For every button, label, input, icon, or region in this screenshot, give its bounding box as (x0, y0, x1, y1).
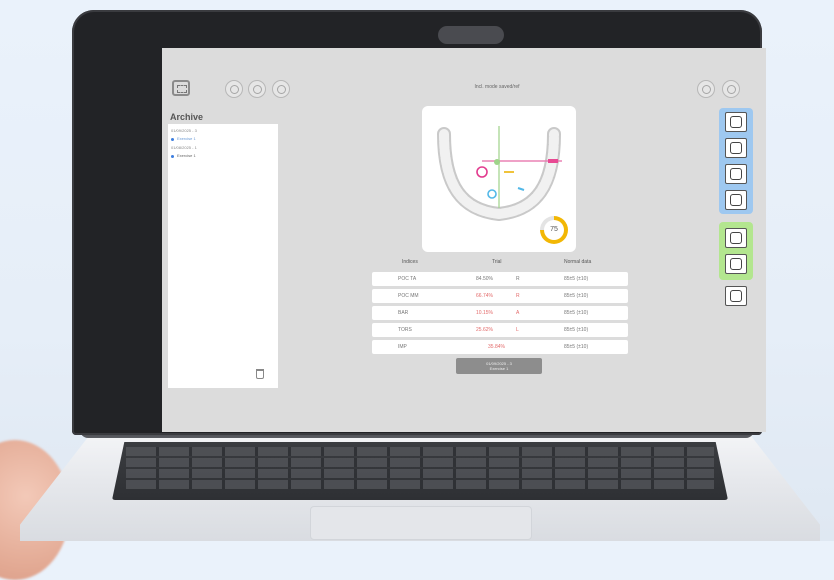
marker-blue-icon (517, 187, 525, 191)
edit-check-icon[interactable] (725, 254, 747, 274)
keyboard-row (126, 458, 714, 467)
row-index: IMP (398, 344, 407, 350)
archive-label: Archive (170, 112, 204, 122)
target-pink-icon (476, 166, 488, 178)
row-side: R (516, 293, 520, 299)
row-value: 66.74% (476, 293, 493, 299)
col-header-trial: Trial (492, 259, 502, 265)
table-row: POC TA 84.50% R 85±5 (±10) (372, 272, 628, 286)
app-screen: Incl. mode saved/ref Archive 01/09/2025 … (162, 48, 766, 432)
view-upper-icon[interactable] (725, 112, 747, 132)
side-group-blue (719, 108, 753, 214)
session-button[interactable]: 01/09/2025 - 3 Exercise 1 (456, 358, 542, 374)
session-button-line2: Exercise 1 (489, 366, 509, 371)
table-row: BAR 10.15% A 85±5 (±10) (372, 306, 628, 320)
refresh-icon[interactable] (248, 80, 266, 98)
row-value: 10.15% (476, 310, 493, 316)
keyboard-row (126, 447, 714, 456)
table-row: POC MM 66.74% R 85±5 (±10) (372, 289, 628, 303)
row-side: L (516, 327, 519, 333)
help-icon[interactable] (697, 80, 715, 98)
session-button-line1: 01/09/2025 - 3 (486, 361, 512, 366)
dental-arch-card: 75 (422, 106, 576, 252)
row-normal: 85±5 (±10) (564, 310, 589, 316)
row-normal: 85±5 (±10) (564, 327, 589, 333)
page-title: Incl. mode saved/ref (474, 84, 520, 90)
row-index: POC TA (398, 276, 417, 282)
keyboard-row (126, 480, 714, 489)
row-normal: 85±5 (±10) (564, 276, 589, 282)
row-side: R (516, 276, 520, 282)
row-index: BAR (398, 310, 409, 316)
archive-item[interactable]: Exercise 1 (177, 136, 196, 141)
archive-item[interactable]: Exercise 1 (177, 153, 196, 158)
row-side: A (516, 310, 520, 316)
fit-screen-icon[interactable] (172, 80, 190, 96)
row-value: 35.84% (488, 344, 505, 350)
col-header-normal: Normal data (564, 259, 592, 265)
row-index: TORS (398, 327, 412, 333)
archive-group[interactable]: 01/08/2025 - 1 (171, 145, 197, 150)
table-row: IMP 35.84% 85±5 (±10) (372, 340, 628, 354)
archive-dot-icon (171, 155, 174, 158)
row-value: 84.50% (476, 276, 493, 282)
info-icon[interactable] (722, 80, 740, 98)
camera-notch (438, 26, 504, 44)
row-normal: 85±5 (±10) (564, 293, 589, 299)
trash-icon[interactable] (256, 369, 264, 379)
edit-check-icon[interactable] (725, 190, 747, 210)
print-icon[interactable] (725, 286, 747, 306)
keyboard (112, 442, 728, 500)
target-blue-icon (487, 189, 497, 199)
keyboard-row (126, 469, 714, 478)
archive-group[interactable]: 01/09/2025 - 3 (171, 128, 197, 133)
marker-pink-icon (548, 159, 558, 163)
side-group-green (719, 222, 753, 280)
archive-panel: 01/09/2025 - 3 Exercise 1 01/08/2025 - 1… (168, 124, 278, 388)
score-gauge: 75 (540, 216, 568, 244)
row-normal: 85±5 (±10) (564, 344, 589, 350)
trackpad (310, 506, 532, 540)
laptop-bezel: Incl. mode saved/ref Archive 01/09/2025 … (72, 10, 766, 435)
table-row: TORS 25.62% L 85±5 (±10) (372, 323, 628, 337)
col-header-indices: Indices (402, 259, 418, 265)
laptop-base (20, 432, 820, 541)
tooth-view-icon[interactable] (725, 228, 747, 248)
center-dot-icon (494, 159, 500, 165)
row-index: POC MM (398, 293, 419, 299)
view-compare-icon[interactable] (725, 138, 747, 158)
archive-dot-icon (171, 138, 174, 141)
home-icon[interactable] (225, 80, 243, 98)
settings-icon[interactable] (272, 80, 290, 98)
row-value: 25.62% (476, 327, 493, 333)
score-value: 75 (544, 220, 564, 240)
view-lower-icon[interactable] (725, 164, 747, 184)
